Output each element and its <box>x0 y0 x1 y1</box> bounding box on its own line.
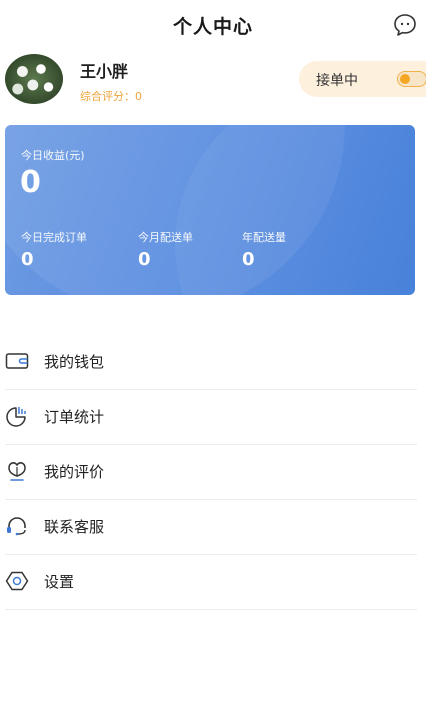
avatar[interactable] <box>5 54 63 104</box>
rating-value: 0 <box>135 90 142 103</box>
review-icon <box>8 462 26 481</box>
menu-item-wallet[interactable]: 我的钱包 <box>5 335 417 390</box>
statistics-icon <box>6 407 26 427</box>
menu-item-label: 我的评价 <box>44 463 105 481</box>
earnings-card: 今日收益(元) 0 今日完成订单 0 今月配送单 0 年配送量 0 <box>5 125 415 295</box>
rating: 综合评分：0 <box>80 88 142 104</box>
settings-icon <box>5 571 29 591</box>
chat-bubble-icon <box>394 14 416 36</box>
menu-item-order-statistics[interactable]: 订单统计 <box>5 390 417 445</box>
rating-label: 综合评分： <box>80 90 135 103</box>
menu-item-label: 我的钱包 <box>44 353 105 371</box>
menu-list: 我的钱包 订单统计 我的评价 联系客服 设置 <box>5 335 417 610</box>
menu-item-label: 订单统计 <box>44 408 105 426</box>
wallet-icon <box>5 353 29 369</box>
today-income-label: 今日收益(元) <box>21 149 85 162</box>
today-income-value: 0 <box>20 165 41 200</box>
page-title: 个人中心 <box>172 16 253 38</box>
menu-item-label: 联系客服 <box>44 518 105 536</box>
order-status-switch[interactable] <box>397 71 426 87</box>
month-deliveries-value: 0 <box>138 249 151 270</box>
order-status-toggle[interactable]: 接单中 <box>299 61 426 97</box>
card-decoration <box>175 125 415 295</box>
headset-icon <box>7 517 26 536</box>
menu-item-customer-service[interactable]: 联系客服 <box>5 500 417 555</box>
user-name: 王小胖 <box>80 62 129 81</box>
message-button[interactable] <box>392 12 418 38</box>
today-completed-orders-label: 今日完成订单 <box>21 231 87 244</box>
today-completed-orders-value: 0 <box>21 249 34 270</box>
order-status-label: 接单中 <box>316 73 358 89</box>
year-deliveries-value: 0 <box>242 249 255 270</box>
menu-item-label: 设置 <box>44 573 75 591</box>
month-deliveries-label: 今月配送单 <box>138 231 193 244</box>
year-deliveries-label: 年配送量 <box>242 231 286 244</box>
header: 个人中心 <box>0 0 426 50</box>
menu-item-settings[interactable]: 设置 <box>5 555 417 610</box>
profile-section: 王小胖 综合评分：0 接单中 <box>0 50 426 112</box>
switch-knob <box>400 74 410 84</box>
menu-item-my-reviews[interactable]: 我的评价 <box>5 445 417 500</box>
